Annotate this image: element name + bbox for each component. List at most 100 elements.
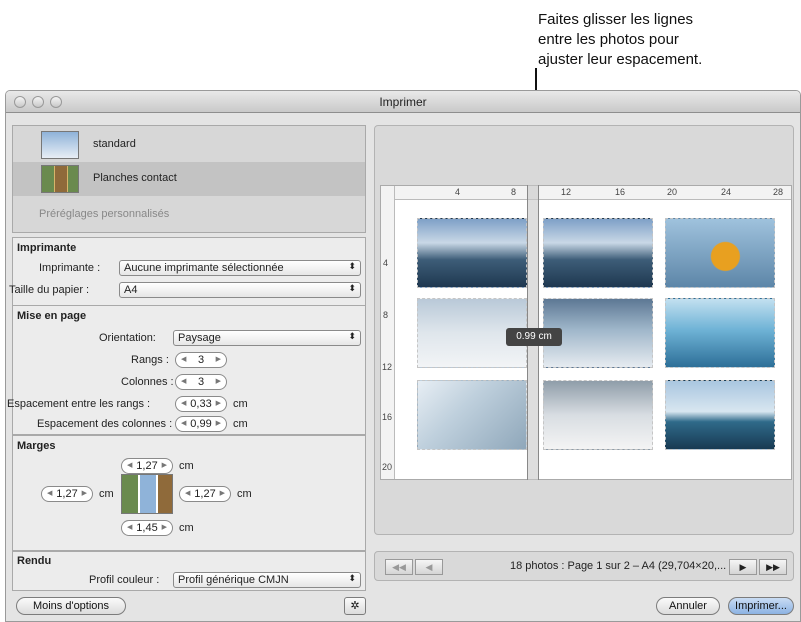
page-preview: 4 8 12 16 20 24 28 4 8 12 16 20 (380, 185, 792, 480)
paper-size-select[interactable]: A4 ⬍ (119, 282, 361, 298)
photo-thumbnail[interactable] (417, 218, 527, 288)
orientation-label: Orientation: (99, 332, 156, 344)
previous-page-button[interactable]: ◀ (415, 559, 443, 575)
callout-line-2: entre les photos pour (538, 31, 679, 48)
next-page-button[interactable]: ▶ (729, 559, 757, 575)
preset-standard-thumbnail (41, 131, 79, 159)
ruler-tick: 20 (667, 187, 678, 197)
ruler-tick: 8 (383, 310, 389, 320)
first-page-button[interactable]: ◀◀ (385, 559, 413, 575)
popup-arrows-icon: ⬍ (348, 573, 356, 583)
ruler-tick: 24 (721, 187, 732, 197)
photo-thumbnail[interactable] (417, 380, 527, 450)
preset-contact-sheet[interactable]: Planches contact (13, 162, 365, 196)
vertical-ruler: 4 8 12 16 20 (381, 186, 395, 479)
ruler-tick: 20 (382, 462, 393, 472)
column-spacing-stepper[interactable]: ◀ 0,99 ▶ (175, 416, 227, 432)
popup-arrows-icon: ⬍ (348, 261, 356, 271)
ruler-tick: 12 (561, 187, 572, 197)
ruler-tick: 28 (773, 187, 784, 197)
decrement-icon[interactable]: ◀ (127, 521, 132, 535)
photo-thumbnail[interactable] (665, 218, 775, 288)
margin-bottom-unit: cm (179, 522, 194, 534)
decrement-icon[interactable]: ◀ (185, 487, 190, 501)
custom-presets-label: Préréglages personnalisés (39, 208, 170, 220)
popup-arrows-icon: ⬍ (348, 331, 356, 341)
photo-thumbnail[interactable] (543, 218, 653, 288)
column-spacing-value: 0,99 (190, 418, 212, 430)
layout-section-title: Mise en page (17, 310, 87, 322)
horizontal-ruler: 4 8 12 16 20 24 28 (381, 186, 791, 200)
printer-select[interactable]: Aucune imprimante sélectionnée ⬍ (119, 260, 361, 276)
paper-size-label: Taille du papier : (9, 284, 90, 296)
window-title: Imprimer (379, 95, 427, 109)
decrement-icon[interactable]: ◀ (181, 375, 186, 389)
preset-standard[interactable]: standard (13, 128, 365, 162)
rows-stepper[interactable]: ◀ 3 ▶ (175, 352, 227, 368)
ruler-tick: 16 (382, 412, 393, 422)
increment-icon[interactable]: ▶ (82, 487, 87, 501)
gear-icon[interactable]: ✲ (344, 597, 366, 615)
decrement-icon[interactable]: ◀ (181, 353, 186, 367)
column-spacing-unit: cm (233, 418, 248, 430)
row-spacing-stepper[interactable]: ◀ 0,33 ▶ (175, 396, 227, 412)
decrement-icon[interactable]: ◀ (47, 487, 52, 501)
margin-top-value: 1,27 (136, 460, 158, 472)
ruler-tick: 12 (382, 362, 393, 372)
printer-section-title: Imprimante (17, 242, 77, 254)
increment-icon[interactable]: ▶ (216, 417, 221, 431)
row-spacing-label: Espacement entre les rangs : (7, 398, 151, 410)
preset-label: standard (93, 138, 136, 150)
photo-thumbnail[interactable] (665, 298, 775, 368)
callout-line-3: ajuster leur espacement. (538, 51, 703, 68)
photo-thumbnail[interactable] (543, 380, 653, 450)
decrement-icon[interactable]: ◀ (181, 417, 186, 431)
photo-thumbnail[interactable] (665, 380, 775, 450)
ruler-tick: 8 (511, 187, 517, 197)
paper-size-value: A4 (124, 284, 138, 296)
last-page-button[interactable]: ▶▶ (759, 559, 787, 575)
preset-list: standard Planches contact Préréglages pe… (12, 125, 366, 233)
margin-left-unit: cm (99, 488, 114, 500)
margin-right-stepper[interactable]: ◀ 1,27 ▶ (179, 486, 231, 502)
margin-right-value: 1,27 (194, 488, 216, 500)
page-info-text: 18 photos : Page 1 sur 2 – A4 (29,704×20… (510, 560, 727, 572)
margin-top-unit: cm (179, 460, 194, 472)
printer-label: Imprimante : (39, 262, 101, 274)
increment-icon[interactable]: ▶ (220, 487, 225, 501)
columns-value: 3 (197, 376, 205, 388)
row-spacing-value: 0,33 (190, 398, 212, 410)
margin-bottom-stepper[interactable]: ◀ 1,45 ▶ (121, 520, 173, 536)
print-button[interactable]: Imprimer... (728, 597, 794, 615)
cancel-button[interactable]: Annuler (656, 597, 720, 615)
callout-line-1: Faites glisser les lignes (538, 11, 694, 28)
orientation-value: Paysage (178, 332, 221, 344)
fewer-options-button[interactable]: Moins d'options (16, 597, 126, 615)
layout-panel: Mise en page Orientation: Paysage ⬍ Rang… (7, 305, 366, 435)
callout-text: Faites glisser les lignes entre les phot… (538, 10, 702, 70)
column-spacing-label: Espacement des colonnes : (37, 418, 173, 430)
columns-stepper[interactable]: ◀ 3 ▶ (175, 374, 227, 390)
printer-value: Aucune imprimante sélectionnée (124, 262, 284, 274)
orientation-select[interactable]: Paysage ⬍ (173, 330, 361, 346)
margin-left-stepper[interactable]: ◀ 1,27 ▶ (41, 486, 93, 502)
custom-presets-header: Préréglages personnalisés (13, 198, 365, 232)
decrement-icon[interactable]: ◀ (181, 397, 186, 411)
color-profile-label: Profil couleur : (89, 574, 160, 586)
popup-arrows-icon: ⬍ (348, 283, 356, 293)
increment-icon[interactable]: ▶ (216, 353, 221, 367)
increment-icon[interactable]: ▶ (216, 397, 221, 411)
printer-panel: Imprimante Imprimante : Aucune imprimant… (9, 237, 366, 309)
increment-icon[interactable]: ▶ (162, 521, 167, 535)
preset-label: Planches contact (93, 172, 177, 184)
columns-label: Colonnes : (121, 376, 174, 388)
decrement-icon[interactable]: ◀ (127, 459, 132, 473)
preset-contact-thumbnail (41, 165, 79, 193)
increment-icon[interactable]: ▶ (216, 375, 221, 389)
spacing-tooltip: 0.99 cm (506, 328, 562, 346)
increment-icon[interactable]: ▶ (162, 459, 167, 473)
margin-top-stepper[interactable]: ◀ 1,27 ▶ (121, 458, 173, 474)
color-profile-select[interactable]: Profil générique CMJN ⬍ (173, 572, 361, 588)
page-navigation-bar: ◀◀ ◀ 18 photos : Page 1 sur 2 – A4 (29,7… (374, 551, 794, 581)
ruler-tick: 16 (615, 187, 626, 197)
